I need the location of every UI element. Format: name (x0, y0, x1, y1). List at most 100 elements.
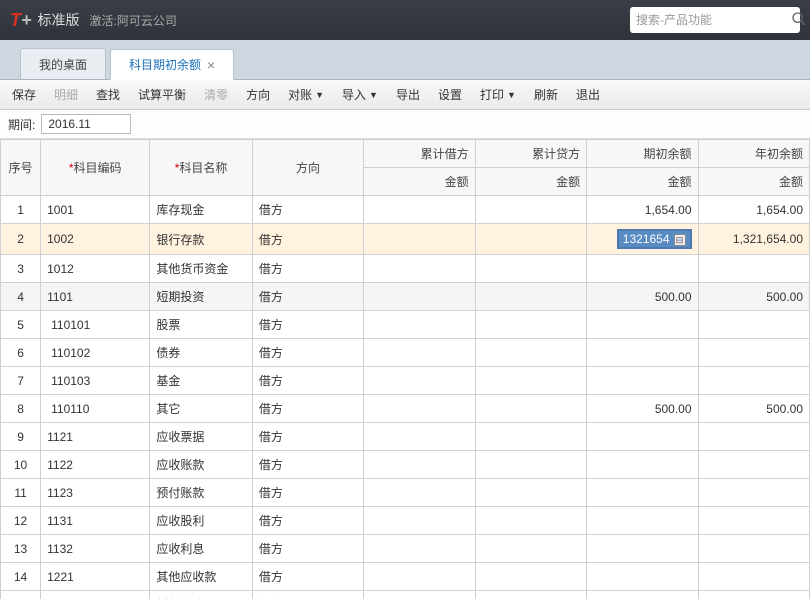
cell-dir[interactable]: 借方 (252, 535, 363, 563)
cell-accdr[interactable] (364, 563, 475, 591)
cell-acccr[interactable] (475, 423, 586, 451)
cell-acccr[interactable] (475, 367, 586, 395)
cell-begin[interactable] (587, 591, 698, 599)
data-grid[interactable]: 序号 *科目编码 *科目名称 方向 累计借方 累计贷方 期初余额 年初余额 金额… (0, 139, 810, 599)
cell-code[interactable]: 1123 (41, 479, 150, 507)
table-row[interactable]: 41101短期投资借方500.00500.00 (1, 283, 810, 311)
period-input[interactable]: 2016.11 (41, 114, 131, 134)
cell-accdr[interactable] (364, 395, 475, 423)
cell-year[interactable]: 1,654.00 (698, 196, 809, 224)
cell-dir[interactable]: 借方 (252, 339, 363, 367)
cell-code[interactable]: 1101 (41, 283, 150, 311)
cell-dir[interactable]: 借方 (252, 367, 363, 395)
cell-acccr[interactable] (475, 255, 586, 283)
col-accdr[interactable]: 累计借方 (364, 140, 475, 168)
cell-acccr[interactable] (475, 535, 586, 563)
cell-year[interactable] (698, 563, 809, 591)
cell-name[interactable]: 材料采购 (150, 591, 253, 599)
cell-acccr[interactable] (475, 283, 586, 311)
cell-dir[interactable]: 借方 (252, 311, 363, 339)
cell-dir[interactable]: 借方 (252, 255, 363, 283)
cell-dir[interactable]: 借方 (252, 451, 363, 479)
cell-accdr[interactable] (364, 283, 475, 311)
table-row[interactable]: 121131应收股利借方 (1, 507, 810, 535)
cell-name[interactable]: 股票 (150, 311, 253, 339)
cell-acccr[interactable] (475, 395, 586, 423)
table-row[interactable]: 8110110其它借方500.00500.00 (1, 395, 810, 423)
cell-year[interactable] (698, 423, 809, 451)
cell-code[interactable]: 1221 (41, 563, 150, 591)
refresh-button[interactable]: 刷新 (534, 86, 558, 103)
col-dir[interactable]: 方向 (252, 140, 363, 196)
cell-code[interactable]: 1122 (41, 451, 150, 479)
cell-acccr[interactable] (475, 479, 586, 507)
table-row[interactable]: 101122应收账款借方 (1, 451, 810, 479)
cell-year[interactable]: 1,321,654.00 (698, 224, 809, 255)
cell-begin[interactable] (587, 563, 698, 591)
cell-begin[interactable] (587, 367, 698, 395)
search-icon[interactable] (791, 11, 807, 30)
cell-year[interactable]: 500.00 (698, 395, 809, 423)
cell-acccr[interactable] (475, 224, 586, 255)
cell-year[interactable] (698, 311, 809, 339)
cell-begin[interactable]: 500.00 (587, 395, 698, 423)
table-row[interactable]: 141221其他应收款借方 (1, 563, 810, 591)
cell-accdr[interactable] (364, 311, 475, 339)
print-button[interactable]: 打印▼ (480, 86, 516, 103)
find-button[interactable]: 查找 (96, 86, 120, 103)
cell-begin[interactable]: 1,654.00 (587, 196, 698, 224)
table-row[interactable]: 5110101股票借方 (1, 311, 810, 339)
table-row[interactable]: 151401材料采购借方 (1, 591, 810, 599)
cell-dir[interactable]: 借方 (252, 423, 363, 451)
cell-name[interactable]: 应收利息 (150, 535, 253, 563)
cell-dir[interactable]: 借方 (252, 507, 363, 535)
cell-begin[interactable] (587, 451, 698, 479)
settings-button[interactable]: 设置 (438, 86, 462, 103)
exit-button[interactable]: 退出 (576, 86, 600, 103)
cell-accdr[interactable] (364, 591, 475, 599)
cell-code[interactable]: 1131 (41, 507, 150, 535)
cell-year[interactable] (698, 479, 809, 507)
cell-acccr[interactable] (475, 339, 586, 367)
cell-accdr[interactable] (364, 451, 475, 479)
table-row[interactable]: 11001库存现金借方1,654.001,654.00 (1, 196, 810, 224)
col-begin-amt[interactable]: 金额 (587, 168, 698, 196)
col-year-amt[interactable]: 金额 (698, 168, 809, 196)
table-row[interactable]: 7110103基金借方 (1, 367, 810, 395)
cell-begin[interactable]: 1321654⊟ (587, 224, 698, 255)
cell-name[interactable]: 预付账款 (150, 479, 253, 507)
cell-name[interactable]: 应收票据 (150, 423, 253, 451)
trial-balance-button[interactable]: 试算平衡 (138, 86, 186, 103)
cell-accdr[interactable] (364, 367, 475, 395)
cell-acccr[interactable] (475, 563, 586, 591)
begin-balance-input[interactable]: 1321654⊟ (617, 229, 692, 249)
tab-desktop[interactable]: 我的桌面 (20, 48, 106, 79)
cell-accdr[interactable] (364, 196, 475, 224)
cell-name[interactable]: 短期投资 (150, 283, 253, 311)
cell-year[interactable]: 500.00 (698, 283, 809, 311)
cell-begin[interactable] (587, 423, 698, 451)
cell-name[interactable]: 其他货币资金 (150, 255, 253, 283)
table-row[interactable]: 111123预付账款借方 (1, 479, 810, 507)
export-button[interactable]: 导出 (396, 86, 420, 103)
cell-year[interactable] (698, 535, 809, 563)
reconcile-button[interactable]: 对账▼ (288, 86, 324, 103)
cell-dir[interactable]: 借方 (252, 395, 363, 423)
cell-code[interactable]: 110110 (41, 395, 150, 423)
cell-acccr[interactable] (475, 196, 586, 224)
cell-begin[interactable] (587, 339, 698, 367)
col-year[interactable]: 年初余额 (698, 140, 809, 168)
table-row[interactable]: 21002银行存款借方1321654⊟1,321,654.00 (1, 224, 810, 255)
cell-name[interactable]: 基金 (150, 367, 253, 395)
cell-acccr[interactable] (475, 591, 586, 599)
col-seq[interactable]: 序号 (1, 140, 41, 196)
cell-code[interactable]: 1001 (41, 196, 150, 224)
cell-acccr[interactable] (475, 451, 586, 479)
table-row[interactable]: 6110102债券借方 (1, 339, 810, 367)
cell-dir[interactable]: 借方 (252, 196, 363, 224)
table-row[interactable]: 131132应收利息借方 (1, 535, 810, 563)
save-button[interactable]: 保存 (12, 86, 36, 103)
table-row[interactable]: 91121应收票据借方 (1, 423, 810, 451)
cell-accdr[interactable] (364, 255, 475, 283)
cell-accdr[interactable] (364, 507, 475, 535)
